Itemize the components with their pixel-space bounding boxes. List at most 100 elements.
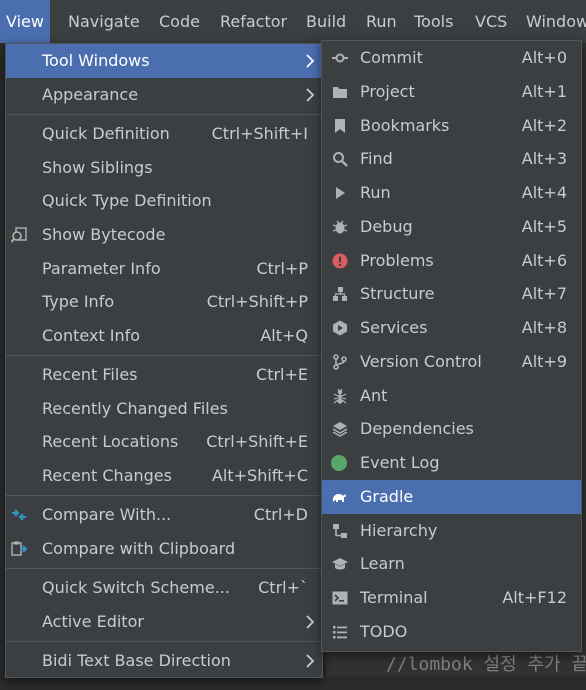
tool-window-item-problems[interactable]: Problems Alt+6 [322,244,581,278]
error-icon [332,253,348,269]
active-editor-label: Active Editor [42,612,144,631]
tool-window-item-todo[interactable]: TODO [322,615,581,649]
menu-item-recent-changes[interactable]: Recent Changes Alt+Shift+C [6,459,322,493]
commit-shortcut: Alt+0 [521,48,567,67]
search-icon [332,151,348,167]
compare-with-label: Compare With... [42,505,172,524]
bookmark-icon [332,118,348,134]
menu-separator [6,495,322,496]
menu-item-active-editor[interactable]: Active Editor [6,605,322,639]
tool-window-item-dependencies[interactable]: Dependencies [322,412,581,446]
tool-window-item-event-log[interactable]: Event Log [322,446,581,480]
menu-item-quick-switch-scheme[interactable]: Quick Switch Scheme... Ctrl+` [6,571,322,605]
recent-locations-label: Recent Locations [42,432,179,451]
menu-code[interactable]: Code [153,0,206,43]
tool-window-item-structure[interactable]: Structure Alt+7 [322,277,581,311]
menu-item-recent-files[interactable]: Recent Files Ctrl+E [6,358,322,392]
menu-item-show-bytecode[interactable]: Show Bytecode [6,218,322,252]
tool-windows-submenu: Commit Alt+0 Project Alt+1 Bookmarks Alt… [321,40,582,652]
tool-window-item-terminal[interactable]: Terminal Alt+F12 [322,581,581,615]
menu-separator [6,114,322,115]
quick-definition-shortcut: Ctrl+Shift+I [211,124,308,143]
bookmarks-shortcut: Alt+2 [521,116,567,135]
dependencies-label: Dependencies [360,419,474,438]
run-icon [332,185,348,201]
problems-label: Problems [360,251,434,270]
structure-label: Structure [360,284,435,303]
quick-type-definition-label: Quick Type Definition [42,191,212,210]
menu-separator [6,641,322,642]
menu-item-parameter-info[interactable]: Parameter Info Ctrl+P [6,252,322,286]
menu-item-tool-windows[interactable]: Tool Windows [6,44,322,78]
recent-changes-label: Recent Changes [42,466,172,485]
tool-window-item-commit[interactable]: Commit Alt+0 [322,41,581,75]
folder-icon [332,84,348,100]
terminal-shortcut: Alt+F12 [502,588,567,607]
todo-list-icon [332,624,348,640]
tool-window-item-gradle[interactable]: Gradle [322,480,581,514]
recently-changed-files-label: Recently Changed Files [42,399,228,418]
menu-item-compare-with[interactable]: Compare With... Ctrl+D [6,498,322,532]
menu-build[interactable]: Build [300,0,352,43]
project-label: Project [360,82,415,101]
menu-refactor[interactable]: Refactor [214,0,293,43]
tool-window-item-ant[interactable]: Ant [322,379,581,413]
tool-window-item-debug[interactable]: Debug Alt+5 [322,210,581,244]
tool-window-item-run[interactable]: Run Alt+4 [322,176,581,210]
type-info-label: Type Info [42,292,115,311]
menu-item-bidi-text-base-direction[interactable]: Bidi Text Base Direction [6,644,322,678]
recent-files-label: Recent Files [42,365,138,384]
vcs-branch-icon [332,354,348,370]
menu-item-quick-type-definition[interactable]: Quick Type Definition [6,184,322,218]
menu-run[interactable]: Run [360,0,403,43]
problems-shortcut: Alt+6 [521,251,567,270]
main-menubar: View Navigate Code Refactor Build Run To… [0,0,586,44]
graduation-cap-icon [332,556,348,572]
run-label: Run [360,183,391,202]
menu-item-recent-locations[interactable]: Recent Locations Ctrl+Shift+E [6,425,322,459]
submenu-arrow-icon [304,644,316,690]
menu-item-context-info[interactable]: Context Info Alt+Q [6,319,322,353]
menu-view[interactable]: View [0,0,50,43]
compare-with-shortcut: Ctrl+D [253,505,308,524]
type-info-shortcut: Ctrl+Shift+P [206,292,308,311]
commit-label: Commit [360,48,423,67]
tool-window-item-find[interactable]: Find Alt+3 [322,142,581,176]
menu-item-quick-definition[interactable]: Quick Definition Ctrl+Shift+I [6,117,322,151]
bookmarks-label: Bookmarks [360,116,450,135]
menu-item-type-info[interactable]: Type Info Ctrl+Shift+P [6,285,322,319]
recent-files-shortcut: Ctrl+E [256,365,308,384]
tool-window-item-project[interactable]: Project Alt+1 [322,75,581,109]
menu-item-compare-with-clipboard[interactable]: Compare with Clipboard [6,532,322,566]
bidi-text-base-direction-label: Bidi Text Base Direction [42,651,231,670]
tool-window-item-version-control[interactable]: Version Control Alt+9 [322,345,581,379]
tool-window-item-bookmarks[interactable]: Bookmarks Alt+2 [322,109,581,143]
terminal-label: Terminal [360,588,428,607]
services-icon [332,320,348,336]
menu-tools[interactable]: Tools [408,0,459,43]
menu-item-show-siblings[interactable]: Show Siblings [6,151,322,185]
event-log-icon [331,455,347,471]
menu-item-appearance[interactable]: Appearance [6,78,322,112]
layers-icon [332,421,348,437]
menu-window[interactable]: Window [520,0,586,43]
debug-shortcut: Alt+5 [521,217,567,236]
menu-vcs[interactable]: VCS [469,0,513,43]
tool-window-item-learn[interactable]: Learn [322,547,581,581]
ant-icon [332,388,348,404]
debug-label: Debug [360,217,413,236]
menu-navigate[interactable]: Navigate [62,0,146,43]
view-menu: Tool Windows Appearance Quick Definition… [5,43,323,678]
appearance-label: Appearance [42,85,139,104]
menu-separator [6,568,322,569]
menu-item-recently-changed-files[interactable]: Recently Changed Files [6,392,322,426]
commit-icon [332,50,348,66]
context-info-shortcut: Alt+Q [260,326,308,345]
run-shortcut: Alt+4 [521,183,567,202]
bytecode-search-icon [11,227,27,243]
terminal-icon [332,590,348,606]
tool-window-item-services[interactable]: Services Alt+8 [322,311,581,345]
ant-label: Ant [360,386,388,405]
quick-switch-scheme-label: Quick Switch Scheme... [42,578,230,597]
tool-window-item-hierarchy[interactable]: Hierarchy [322,514,581,548]
